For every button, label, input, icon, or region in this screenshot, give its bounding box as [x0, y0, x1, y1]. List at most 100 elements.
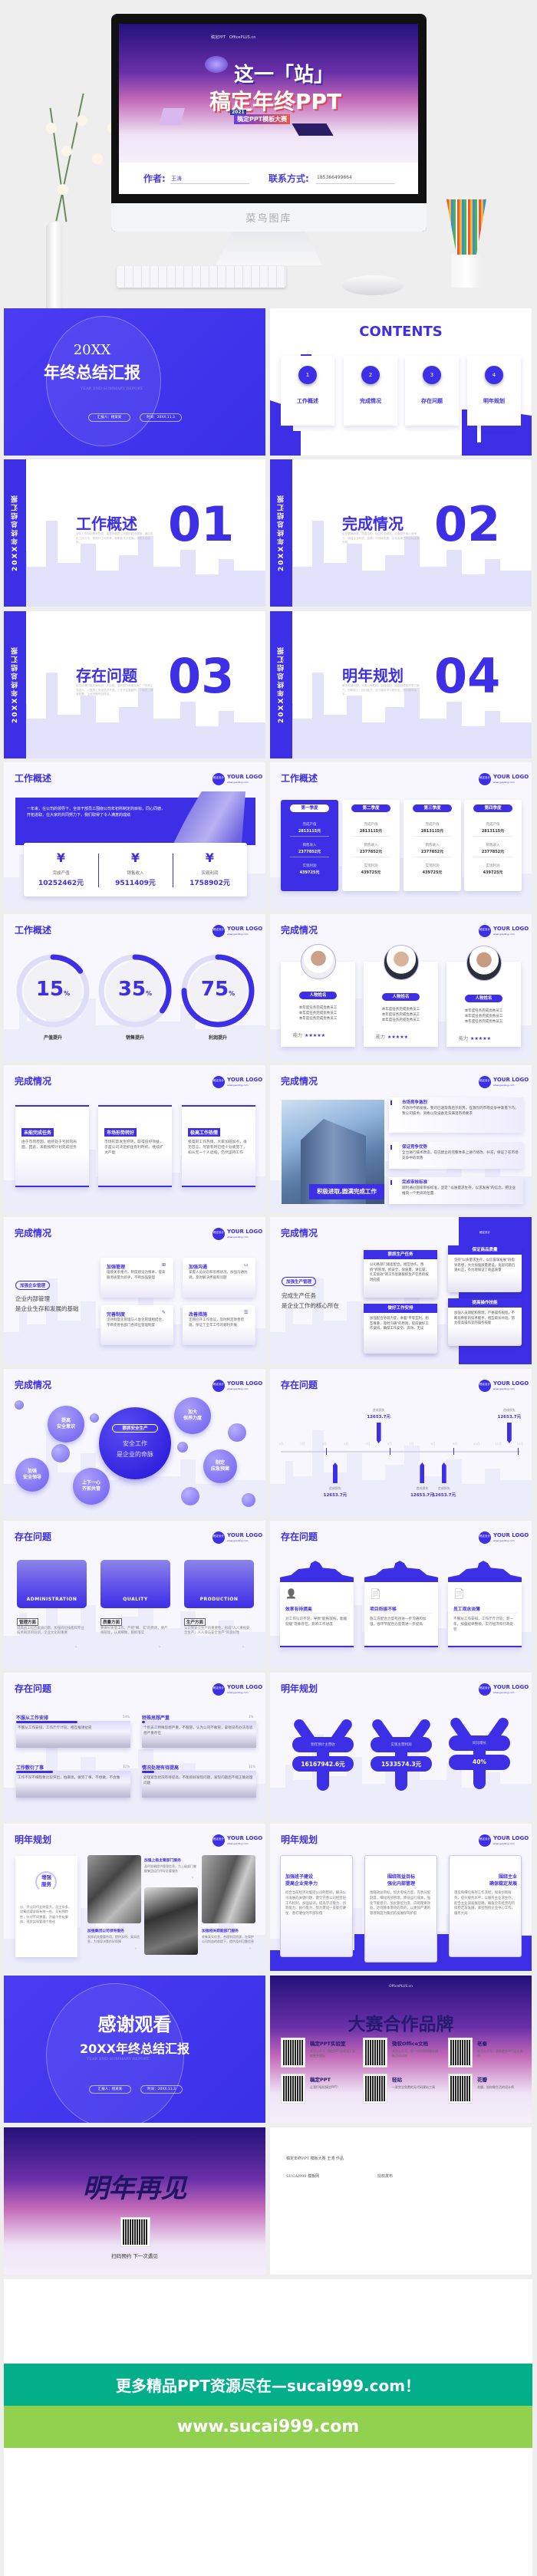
slide-work-overview-1[interactable]: 一年来，在公司的领导下，全体干部员工围绕公司年初所制定的目标，同心同德，开拓进取…	[4, 762, 265, 910]
next-arrow-icon[interactable]: ›	[135, 1946, 137, 1951]
problem-card[interactable]: 👤 效率有待提高 对工作认识不足，导致"能拖就拖，能缓就缓"现象存在，影响工作进度	[280, 1582, 354, 1647]
logo-url: www.gaoding.com	[493, 781, 515, 784]
next-arrow-icon[interactable]: ›	[159, 1645, 160, 1650]
brand-qr-code[interactable]	[364, 2074, 387, 2103]
task-card[interactable]: 极高工作热情 极高的工作热情，大家加班加点，毫无怨言，尽管有时已经十分疲劳了，却从…	[182, 1105, 255, 1187]
logo-url: www.gaoding.com	[227, 1842, 249, 1845]
slide-work-overview-3[interactable]: 工作概述 稿定设计 YOUR LOGO www.gaoding.com 15% 产值提升 3…	[4, 914, 265, 1061]
slide-problems-progress[interactable]: 存在问题 稿定设计 YOUR LOGO www.gaoding.com 不服从工作安排 5…	[4, 1673, 265, 1820]
farewell-qr-code[interactable]	[121, 2218, 150, 2246]
monitor-screen-info: 作者: 王涛 联系方式: 185366499664	[119, 163, 418, 194]
slide-thanks[interactable]: 感谢观看 20XX年终总结汇报 YEAR END SUMMARY REPORT …	[4, 1976, 265, 2123]
bubble-3[interactable]: 加强 安全领导	[15, 1458, 49, 1492]
quarter-card[interactable]: 第二季度 完成产值 2813115元 销售收入 2377852元 实现利润 439725元	[342, 800, 400, 891]
contents-item-3[interactable]: 3 存在问题	[405, 356, 459, 426]
slide-completion-photo[interactable]: 积极进取,圆满完成工作 完成情况 稿定设计 YOUR LOGO www.gaoding…	[270, 1065, 532, 1212]
slide-plan-cards[interactable]: 明年规划 稿定设计 YOUR LOGO www.gaoding.com 加强班子建设 提高…	[270, 1824, 532, 1971]
slide-farewell[interactable]: 明年再见 扫码预约 下一次遇见	[4, 2127, 265, 2275]
slide-section-02[interactable]: 20XX年终总结汇报 完成情况 02 企业圆满收获，改善结构，保证安全稳定，全面提升核…	[270, 459, 532, 607]
management-card[interactable]: 完善制度 ✎ 坚持制度化管理与人性化管理相结合，不断完善各部门各岗位管理制度	[100, 1305, 173, 1345]
brand-qr-code[interactable]	[449, 2074, 472, 2103]
plan-card[interactable]: 围绕效益目标 强化内部管理 围绕效益目标，加大考核力度，完善分配制度，细化内部管理，…	[364, 1855, 437, 1962]
issue-item[interactable]: 保证竞争优势 全力进行技术改造，在已建立的完整体系上进行修改、补充，保证了在市场竞…	[389, 1142, 523, 1169]
donut-value: 75%	[187, 978, 249, 1001]
contents-item-2[interactable]: 2 完成情况	[344, 356, 397, 426]
logo-url: www.gaoding.com	[493, 1691, 515, 1694]
section-side-bar: 20XX年终总结汇报	[270, 459, 292, 607]
slide-completion-people[interactable]: 完成情况 稿定设计 YOUR LOGO www.gaoding.com 人物姓名 本年度任…	[270, 914, 532, 1061]
slide-completion-cards[interactable]: 完成情况 稿定设计 YOUR LOGO www.gaoding.com 未能完成任务 由于…	[4, 1065, 265, 1212]
logo-url: www.gaoding.com	[227, 1387, 249, 1390]
center-bubble[interactable]: 狠抓安全生产 安全工作 是企业的命脉	[99, 1407, 171, 1479]
stat-value: 10252462元	[38, 880, 84, 887]
issue-title: 特殊思想严重	[142, 1716, 170, 1721]
next-arrow-icon[interactable]: ›	[242, 1645, 244, 1650]
brand-qr-code[interactable]	[282, 2074, 305, 2103]
next-arrow-icon[interactable]: ›	[192, 1876, 193, 1880]
slide-title: 完成情况	[15, 1228, 52, 1239]
bubble-2[interactable]: 加大 保养力度	[174, 1397, 211, 1434]
slide-contents[interactable]: CONTENTS 1 工作概述 2 完成情况 3 存在问题 4 明年规划	[270, 308, 532, 456]
task-card[interactable]: 未能完成任务 由于市场原因，始终处于亏损的局面，因此，未能按照计划完成任务	[15, 1105, 89, 1187]
slide-plan-targets[interactable]: 明年规划 稿定设计 YOUR LOGO www.gaoding.com 明年预计主营收 1…	[270, 1673, 532, 1820]
issue-percent: 54%	[123, 1715, 130, 1719]
loss-marker-up-arrow	[420, 1462, 425, 1483]
accent-bar	[390, 1145, 392, 1150]
slide-cover[interactable]: 20XX 年终总结汇报 YEAR END SUMMARY REPORT 汇报人：…	[4, 308, 265, 456]
brand-qr-code[interactable]	[449, 2038, 472, 2067]
cover-date: 时间：20XX.11.3	[140, 413, 182, 422]
center-line-1: 安全工作	[123, 1440, 147, 1447]
production-card[interactable]: 狠抓生产任务 公司各部门紧密配合，相互协作，围绕"抓管理，抓安全，保质量，讲信誉，…	[364, 1250, 437, 1298]
slide-plan-service[interactable]: 增强 服务 分、子公司行业跨度大，员工众多，对集团要求既有统一性，又有独特性，针…	[4, 1824, 265, 1971]
production-card[interactable]: 保证商品质量 坚持"以质量求生存，以信誉谋发展"的指导思想，大力加强质量建设，发现…	[448, 1245, 522, 1292]
management-card[interactable]: 改善措施 ☰ 定期召开工作会议，及时制定改善措施，保证了全年工作的顺利开展	[183, 1305, 255, 1345]
logo-text: YOUR LOGO	[493, 1229, 529, 1235]
logo-url: www.gaoding.com	[227, 1691, 249, 1694]
slide-completion-production[interactable]: 完成情况 稿定设计 YOUR LOGO www.gaoding.com 加强生产管理 完成…	[270, 1217, 532, 1364]
task-card[interactable]: 市场形势转好 市场形势发生好转，取得良好效益，于是公司决定抓住有利时机，继续扩大产…	[98, 1105, 172, 1187]
footer-url-bar[interactable]: www.sucai999.com	[4, 2406, 532, 2448]
slide-completion-management[interactable]: 完成情况 稿定设计 YOUR LOGO www.gaoding.com 加强企业管理 企业…	[4, 1217, 265, 1364]
production-card[interactable]: 做好工作安排 加强配合协调力度，本着"平等互利，相互尊重，及时沟通"的原则，提前做…	[364, 1304, 437, 1354]
slide-credits[interactable]: 稿定年终PPT 模板大赛 王涛 作品 SUCAI999 模板网 授权发布	[270, 2127, 532, 2275]
production-card[interactable]: 提高操作技能 加强人员调配和管理，严格操作规程，不断培养新的技术能手，相互取长补短…	[448, 1298, 522, 1346]
footer-banner[interactable]: 更多精品PPT资源尽在—sucai999.com！	[4, 2364, 532, 2406]
slide-section-03[interactable]: 20XX年终总结汇报 存在问题 03 配合协调力度还有待进一步加强，生产部门和服务单，…	[4, 611, 265, 758]
slide-section-01[interactable]: 20XX年终总结汇报 工作概述 01 全年工作目标基本完成，重塑年度把工作做的越来越细…	[4, 459, 265, 607]
management-card[interactable]: 加强沟通 ▭ 掌握人员动态和思想状况，加强沟通协调，及时解决矛盾和问题	[183, 1258, 255, 1298]
quarter-card[interactable]: 第四季度 完成产值 2813115元 销售收入 2377852元 实现利润 439725元	[464, 800, 522, 891]
contents-item-4[interactable]: 4 明年规划	[467, 356, 521, 426]
next-arrow-icon[interactable]: ›	[249, 1946, 251, 1951]
avatar	[301, 944, 336, 979]
issue-item[interactable]: 完成审核标准 顺利通过国家审核标准，坚定 "以质量求生存，以求发展"的信念，把企业…	[389, 1177, 523, 1204]
section-text: 全年工作目标基本完成，重塑年度把工作做的越来越细，通过优化工作方法，来提升工作效…	[76, 532, 153, 544]
team-photo: ADMINISTRATION	[17, 1560, 87, 1608]
plan-card[interactable]: 围绕主业 确保稳定发展 落实和细化各项工作流程，探索创新服务，提升服务水平，以服务主…	[449, 1855, 522, 1957]
brand-qr-code[interactable]	[282, 2038, 305, 2067]
slide-work-overview-2[interactable]: 工作概述 稿定设计 YOUR LOGO www.gaoding.com 第一季度 完成产值…	[270, 762, 532, 910]
bubble-1[interactable]: 提高 安全意识	[48, 1406, 84, 1443]
plan-card[interactable]: 加强班子建设 提高企业竞争力 结合当前经济对集团公司的影响，解决公司发展的关键问题，…	[280, 1855, 353, 1957]
bubble-4[interactable]: 上下一心 齐抓共管	[73, 1468, 110, 1505]
contents-item-1[interactable]: 1 工作概述	[281, 356, 334, 426]
next-arrow-icon[interactable]: ›	[75, 1645, 77, 1650]
problem-card[interactable]: 📄 员工观念淡薄 不服从工作安排，工作斤斤计较；新一年，加强纪律整顿，实行经济和行政…	[448, 1582, 522, 1647]
slide-completion-safety[interactable]: 完成情况 稿定设计 YOUR LOGO www.gaoding.com 提高 安全意识加…	[4, 1369, 265, 1516]
quarter-card[interactable]: 第三季度 完成产值 2813115元 销售收入 2377852元 实现利润 439725元	[404, 800, 461, 891]
quarter-card[interactable]: 第一季度 完成产值 2813115元 销售收入 2377852元 实现利润 439725元	[281, 800, 338, 891]
slide-section-04[interactable]: 20XX年终总结汇报 明年规划 04 解决关键问题，完善公司机制，加强培训，提高管理者…	[270, 611, 532, 758]
slide-problems-timeline[interactable]: 存在问题 稿定设计 YOUR LOGO www.gaoding.com 1月 2月 3月 4月…	[270, 1369, 532, 1516]
issue-item[interactable]: 市场竞争激烈 市场的不断发展，我司已逐渐落后于形势，在激烈的市场竞争中渐落下乌，我…	[389, 1097, 523, 1133]
management-card-title: 加强管理	[107, 1265, 126, 1270]
bubble-5[interactable]: 制定 应急预案	[203, 1449, 237, 1483]
timeline-tick	[518, 1448, 519, 1455]
slide-problems-cards[interactable]: 存在问题 稿定设计 YOUR LOGO www.gaoding.com 👤 效率有待提高对…	[270, 1521, 532, 1668]
person-name-pill: 人物姓名	[299, 992, 337, 999]
brand-qr-code[interactable]	[364, 2038, 387, 2067]
slide-problems-aspects[interactable]: 存在问题 稿定设计 YOUR LOGO www.gaoding.com ADMINIST…	[4, 1521, 265, 1668]
slide-partner-brands[interactable]: 大赛合作品牌 OfficePLUS.cn 稿定PPT实验室 关注公众号【稿定PPT实…	[270, 1976, 532, 2123]
contents-title: CONTENTS	[359, 324, 443, 340]
loss-label: 造成损失	[502, 1408, 516, 1412]
problem-card[interactable]: 📄 项目衔接不够 施工方配合力度有待进一步沟通和加强，各环节配合力度需进一步提高	[364, 1582, 438, 1647]
management-card[interactable]: 加强管理 ⊞ 理顺关系重点，制度建设为根本，提高服务质量为抓手，不断加强管理	[100, 1258, 173, 1298]
